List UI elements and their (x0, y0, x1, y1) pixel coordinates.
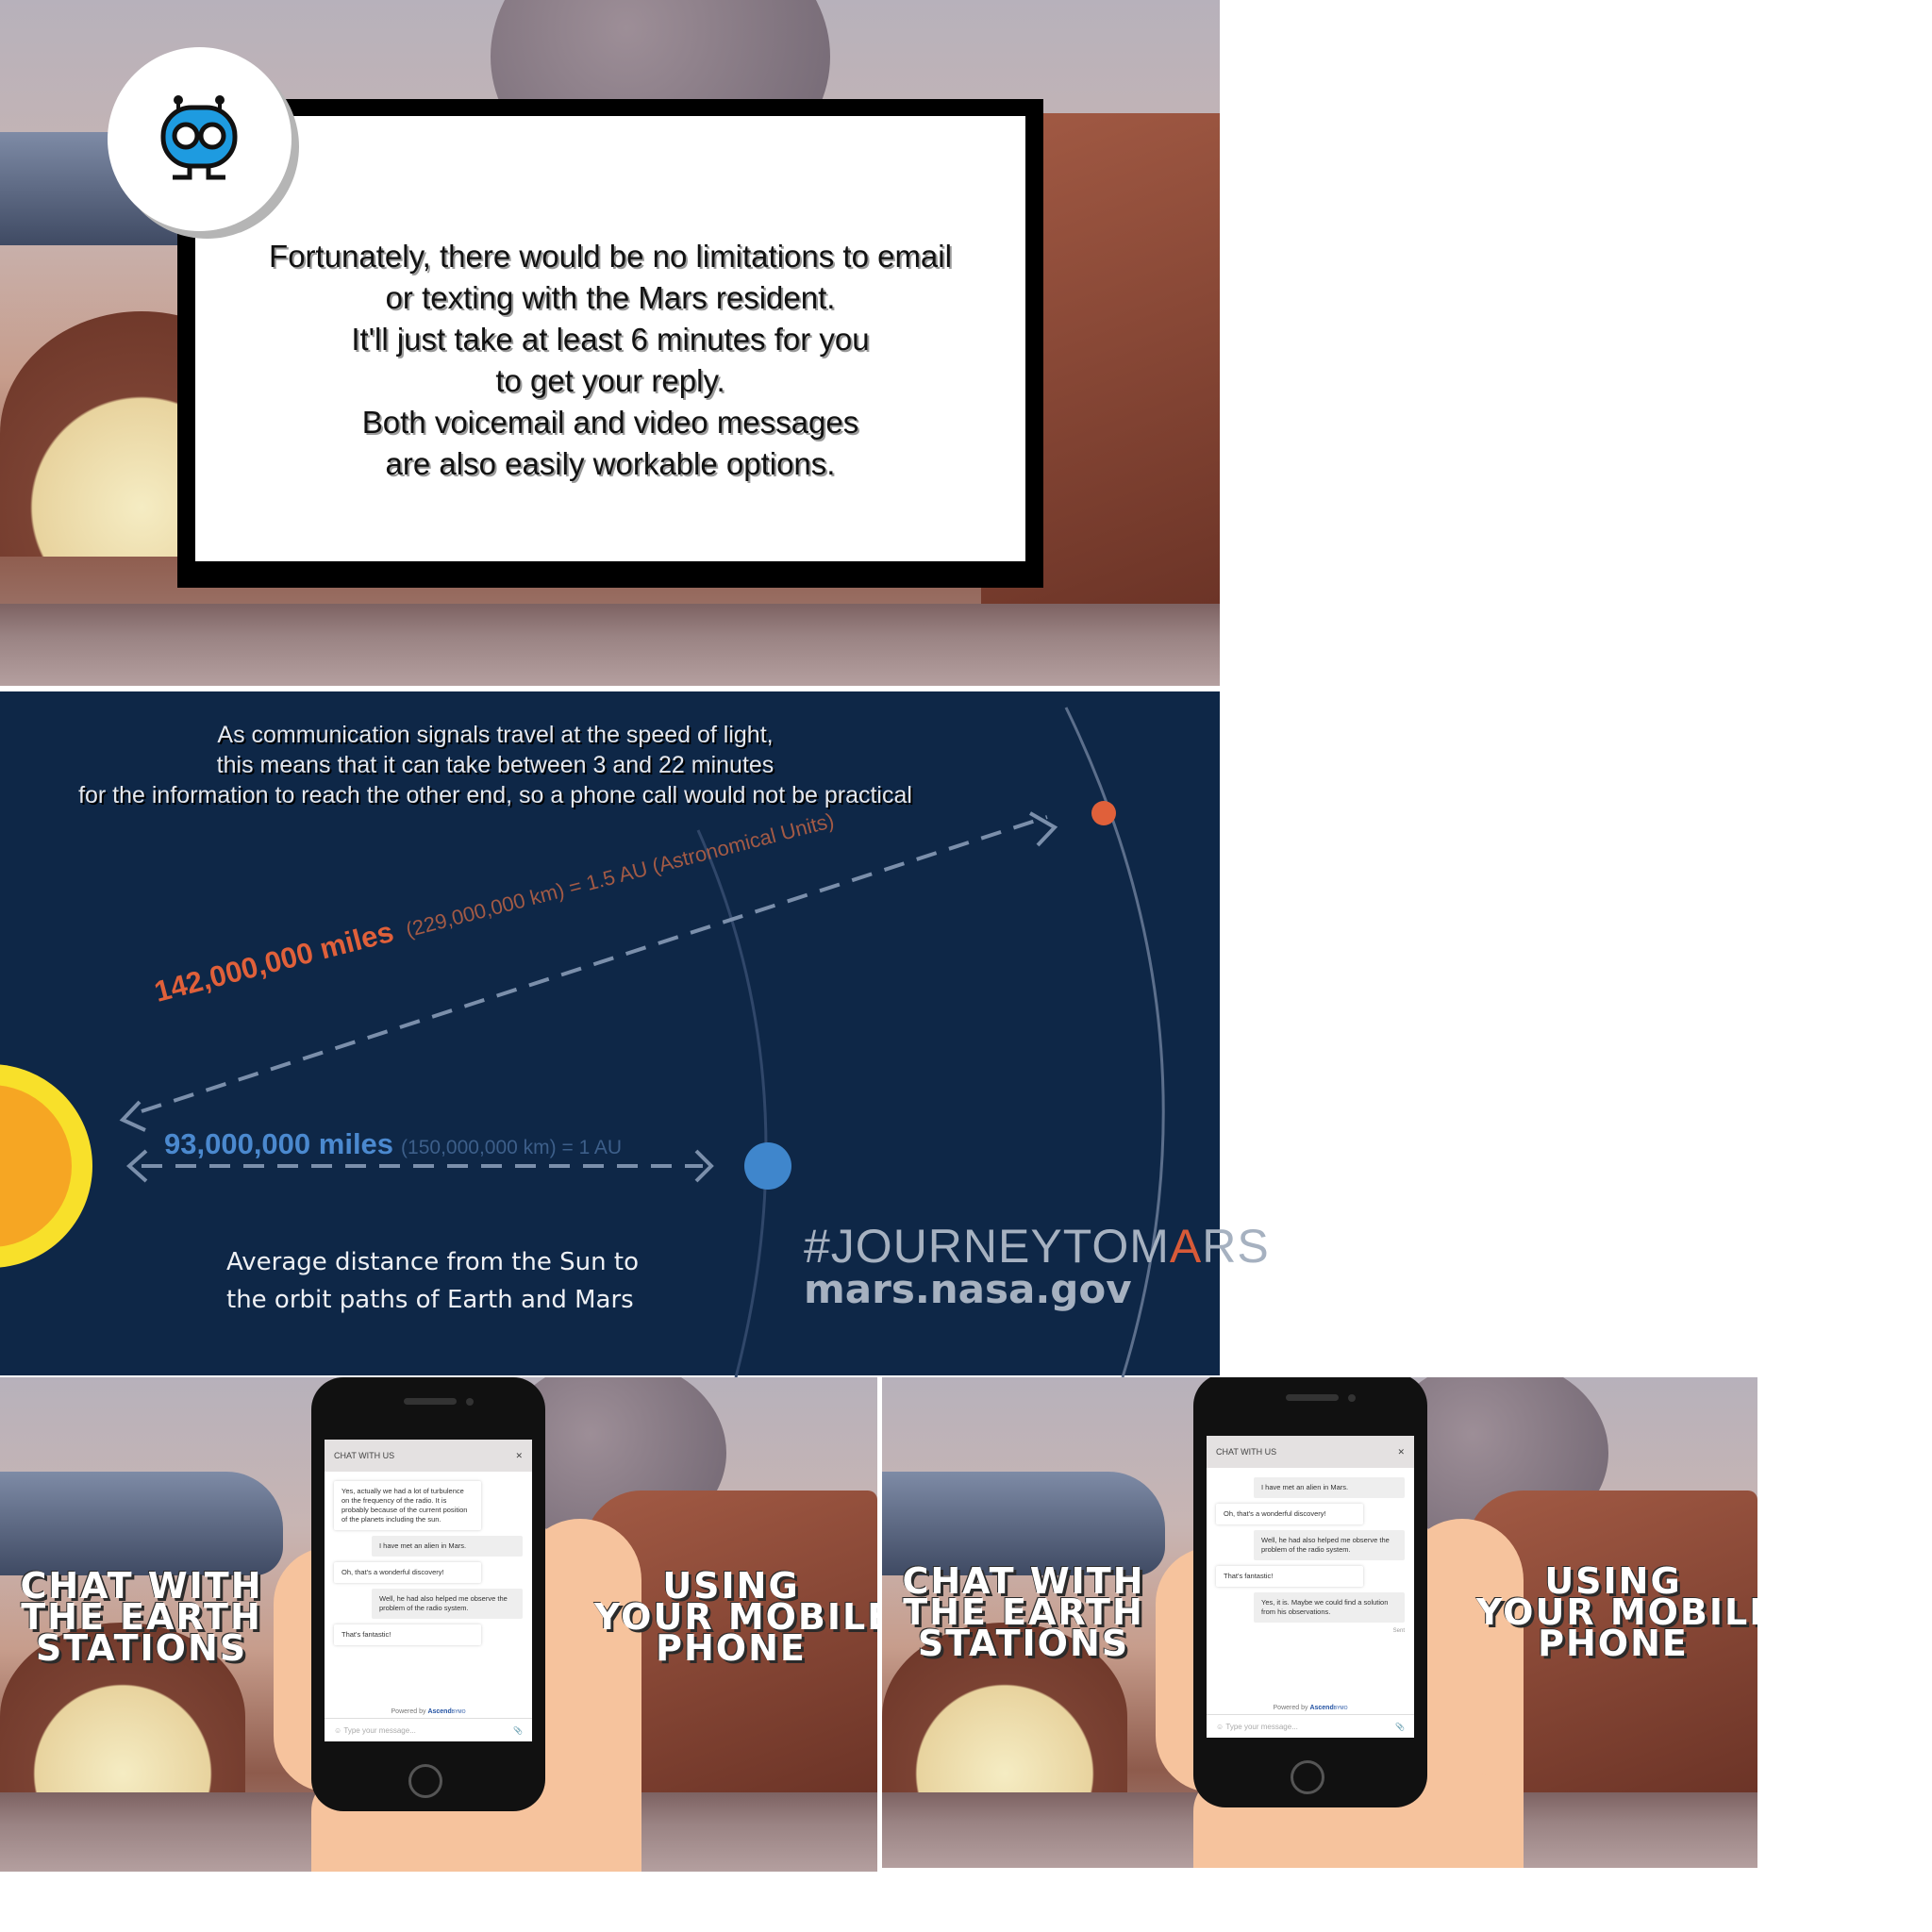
emoji-icon[interactable]: ☺ (334, 1726, 343, 1735)
chat-message: Yes, actually we had a lot of turbulence… (334, 1481, 481, 1530)
home-button[interactable] (408, 1764, 442, 1798)
chat-message: That's fantastic! (1216, 1566, 1363, 1587)
chat-messages: Yes, actually we had a lot of turbulence… (325, 1472, 532, 1655)
caption-line: As communication signals travel at the s… (217, 722, 774, 748)
home-button[interactable] (1291, 1760, 1324, 1794)
chat-message: Yes, it is. Maybe we could find a soluti… (1254, 1592, 1405, 1623)
average-line: Average distance from the Sun to (226, 1248, 639, 1276)
chat-message: Well, he had also helped me observe the … (1254, 1530, 1405, 1560)
emoji-icon[interactable]: ☺ (1216, 1723, 1225, 1731)
sent-status: Sent (1392, 1628, 1405, 1634)
brand-suffix: BYMO (1333, 1706, 1348, 1711)
brand-suffix: BYMO (451, 1709, 466, 1715)
dialog-line: It'll just take at least 6 minutes for y… (351, 322, 870, 357)
powered-by: Powered by AscendBYMO (325, 1708, 532, 1715)
earth-distance-label: 93,000,000 miles (150,000,000 km) = 1 AU (164, 1127, 622, 1161)
average-line: the orbit paths of Earth and Mars (226, 1286, 634, 1314)
dialog-text: Fortunately, there would be no limitatio… (195, 236, 1025, 485)
chat-message: Well, he had also helped me observe the … (372, 1589, 523, 1619)
dialog-line: are also easily workable options. (385, 446, 836, 481)
phone-camera (1348, 1394, 1356, 1402)
attachment-icon[interactable]: 📎 (513, 1726, 523, 1735)
average-distance-caption: Average distance from the Sun to the orb… (226, 1243, 639, 1319)
dialog-line: Both voicemail and video messages (361, 405, 859, 440)
caption-line: for the information to reach the other e… (78, 782, 912, 808)
mobile-phone: CHAT WITH US ✕ I have met an alien in Ma… (1193, 1377, 1427, 1807)
nasa-url: mars.nasa.gov (804, 1266, 1132, 1312)
message-input-placeholder: Type your message... (343, 1725, 416, 1735)
chat-message: Oh, that's a wonderful discovery! (334, 1562, 481, 1583)
right-headline: USING YOUR MOBILE PHONE (1476, 1563, 1757, 1661)
phone-camera (466, 1398, 474, 1406)
dialog-line: or texting with the Mars resident. (385, 280, 836, 315)
close-icon[interactable]: ✕ (515, 1451, 523, 1461)
earth-distance-detail: (150,000,000 km) = 1 AU (401, 1137, 623, 1158)
left-headline: CHAT WITH THE EARTH STATIONS (9, 1568, 274, 1669)
attachment-icon[interactable]: 📎 (1395, 1723, 1405, 1731)
chat-message: I have met an alien in Mars. (372, 1536, 523, 1557)
chat-title: CHAT WITH US (1216, 1447, 1277, 1457)
chat-title: CHAT WITH US (334, 1451, 395, 1460)
dialog-line: to get your reply. (495, 363, 725, 398)
hashtag-suffix: RS (1202, 1220, 1270, 1273)
spaceship-image (0, 1472, 283, 1575)
left-headline: CHAT WITH THE EARTH STATIONS (891, 1563, 1156, 1664)
avatar (108, 47, 291, 231)
chat-window: CHAT WITH US ✕ Yes, actually we had a lo… (325, 1440, 532, 1741)
ground-strip (0, 604, 1220, 686)
phone-speaker (1286, 1394, 1339, 1401)
caption-line: this means that it can take between 3 an… (216, 752, 774, 778)
mobile-phone: CHAT WITH US ✕ Yes, actually we had a lo… (311, 1377, 545, 1811)
infographic-caption: As communication signals travel at the s… (0, 720, 991, 810)
chat-scene-right: CHAT WITH US ✕ I have met an alien in Ma… (882, 1377, 1757, 1868)
dialog-line: Fortunately, there would be no limitatio… (269, 239, 952, 274)
alien-mascot-icon (160, 95, 238, 180)
message-input[interactable]: ☺ Type your message... 📎 (1207, 1714, 1414, 1738)
message-input-placeholder: Type your message... (1225, 1722, 1298, 1731)
chat-scene-left: CHAT WITH US ✕ Yes, actually we had a lo… (0, 1377, 877, 1872)
chat-message: That's fantastic! (334, 1624, 481, 1645)
hashtag-highlight: A (1169, 1220, 1203, 1273)
chat-window: CHAT WITH US ✕ I have met an alien in Ma… (1207, 1436, 1414, 1738)
headline-line: STATIONS (35, 1627, 248, 1669)
headline-line: STATIONS (917, 1623, 1130, 1664)
right-headline: USING YOUR MOBILE PHONE (594, 1568, 877, 1666)
chat-header: CHAT WITH US ✕ (325, 1440, 532, 1472)
powered-by-label: Powered by (1273, 1705, 1308, 1711)
chat-messages: I have met an alien in Mars. Oh, that's … (1207, 1468, 1414, 1638)
close-icon[interactable]: ✕ (1397, 1447, 1405, 1457)
chat-message: Oh, that's a wonderful discovery! (1216, 1504, 1363, 1524)
powered-by-label: Powered by (391, 1708, 426, 1715)
powered-by: Powered by AscendBYMO (1207, 1705, 1414, 1711)
earth-distance-miles: 93,000,000 miles (164, 1127, 394, 1160)
chat-header: CHAT WITH US ✕ (1207, 1436, 1414, 1468)
brand-logo: Ascend (1309, 1705, 1334, 1711)
hashtag-prefix: #JOURNEYTOM (804, 1220, 1170, 1273)
message-input[interactable]: ☺ Type your message... 📎 (325, 1718, 532, 1741)
chat-message: I have met an alien in Mars. (1254, 1477, 1405, 1498)
phone-speaker (404, 1398, 457, 1405)
brand-logo: Ascend (427, 1708, 452, 1715)
